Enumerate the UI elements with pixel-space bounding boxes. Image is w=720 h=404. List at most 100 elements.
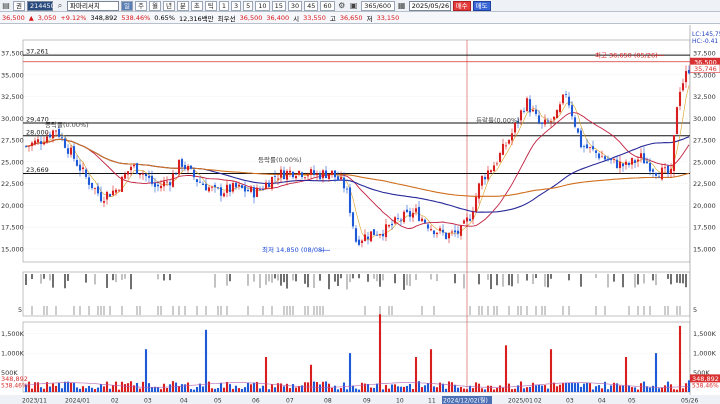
indicator-bar — [121, 274, 123, 280]
interval-second[interactable]: 초 — [190, 0, 203, 11]
candle-body — [105, 191, 109, 200]
volume-bar — [390, 384, 394, 392]
volume-bar — [204, 329, 208, 392]
lock-icon[interactable]: ▣ — [349, 1, 359, 11]
volume-bar — [630, 387, 634, 392]
stock-chart[interactable]: 37,500 35,000 32,500 30,000 27,500 25,000 22,5… — [0, 25, 720, 404]
indicator-bar-low — [322, 306, 324, 315]
interval-year[interactable]: 년 — [162, 0, 175, 11]
indicator-bar — [550, 274, 552, 279]
candle-body — [339, 177, 343, 180]
candle-body — [24, 145, 28, 147]
candle-body — [387, 225, 391, 227]
candle-body — [588, 147, 592, 148]
indicator-bar — [490, 274, 492, 290]
indicator-bar — [682, 274, 684, 284]
price-change: 3,050 — [37, 13, 57, 22]
minute-60[interactable]: 60 — [320, 0, 335, 11]
indicator-bar — [85, 274, 87, 283]
indicator-bar-low — [520, 306, 522, 315]
period-button[interactable]: 권 — [13, 0, 25, 11]
candle-body — [402, 211, 406, 223]
indicator-bar — [124, 274, 126, 279]
menu-icon[interactable]: ▤ — [1, 1, 11, 11]
indicator-bar — [409, 274, 411, 287]
stock-code-input[interactable]: 214450 — [26, 0, 55, 11]
time-tick-label: 04 — [180, 398, 188, 404]
volume-bar — [90, 387, 94, 392]
candle-body — [306, 175, 310, 177]
volume-bar — [213, 388, 217, 392]
indicator-bar — [685, 274, 687, 288]
indicator-bar — [436, 274, 438, 282]
interval-tick[interactable]: 틱 — [204, 0, 217, 11]
candle-body — [582, 146, 586, 148]
minute-45[interactable]: 45 — [304, 0, 319, 11]
indicator-bar — [535, 274, 537, 279]
bars-count-field[interactable]: 365/600 — [360, 0, 395, 11]
minute-5[interactable]: 5 — [243, 0, 254, 11]
calendar-icon[interactable]: ▦ — [397, 1, 407, 11]
candle-body — [375, 234, 379, 236]
buy-button[interactable]: 매수 — [452, 0, 471, 11]
volume-bar — [651, 385, 655, 392]
candle-body — [450, 231, 454, 233]
candle-body — [507, 140, 511, 144]
candle-body — [162, 181, 166, 187]
volume-bar — [33, 382, 37, 392]
sell-button[interactable]: 매도 — [472, 0, 491, 11]
reference-price-tag-text: 35,746 — [694, 65, 717, 73]
interval-month[interactable]: 월 — [148, 0, 161, 11]
indicator-bar — [667, 274, 669, 279]
indicator-bar-low — [319, 306, 321, 315]
settings-icon[interactable]: ⚙ — [337, 1, 347, 11]
volume-bar — [663, 385, 667, 392]
volume-bar — [108, 388, 112, 392]
indicator-bar — [478, 274, 480, 285]
volume-bar — [165, 387, 169, 392]
indicator-bar — [49, 274, 51, 281]
candle-body — [147, 176, 151, 178]
indicator-tick-label-left: 5 — [18, 306, 22, 314]
level-label: 37,261 — [26, 48, 49, 56]
volume-bar — [168, 384, 172, 392]
minute-3[interactable]: 3 — [231, 0, 242, 11]
indicator-bar-low — [286, 306, 288, 315]
candle-body — [258, 189, 262, 190]
indicator-bar — [115, 274, 117, 283]
indicator-bar-low — [628, 306, 630, 315]
candle-body — [60, 137, 64, 139]
price-tick-label-left: 27,500 — [1, 137, 24, 145]
indicator-bar-low — [172, 306, 174, 315]
price-change-pct: +9.12% — [60, 13, 87, 22]
minute-1[interactable]: 1 — [218, 0, 230, 11]
volume-bar — [96, 387, 100, 392]
candle-body — [108, 193, 112, 197]
time-tick-label: 04 — [598, 398, 606, 404]
indicator-bar-low — [637, 306, 639, 315]
low-value: 33,150 — [376, 13, 400, 22]
candle-body — [666, 165, 670, 174]
date-field[interactable]: 2025/05/26 — [408, 0, 451, 11]
volume-bar — [30, 388, 34, 392]
candle-body — [189, 165, 193, 169]
volume-bar — [465, 389, 469, 392]
volume-bar — [429, 349, 433, 392]
interval-minute[interactable]: 분 — [176, 0, 189, 11]
interval-week[interactable]: 주 — [134, 0, 147, 11]
interval-day[interactable]: 일 — [120, 0, 133, 11]
minute-15[interactable]: 15 — [271, 0, 286, 11]
indicator-bar — [313, 274, 315, 289]
indicator-bar — [328, 274, 330, 290]
candle-body — [327, 173, 331, 179]
candle-body — [435, 232, 439, 235]
indicator-bar-low — [226, 306, 228, 315]
search-icon[interactable]: ⌕ — [55, 1, 65, 11]
volume-bar — [414, 357, 418, 392]
volume-bar — [432, 386, 436, 392]
minute-30[interactable]: 30 — [287, 0, 303, 11]
minute-10[interactable]: 10 — [255, 0, 270, 11]
volume-bar — [507, 383, 511, 392]
stock-name-field[interactable]: 파마리서치 — [66, 0, 119, 11]
volume-bar — [456, 387, 460, 392]
